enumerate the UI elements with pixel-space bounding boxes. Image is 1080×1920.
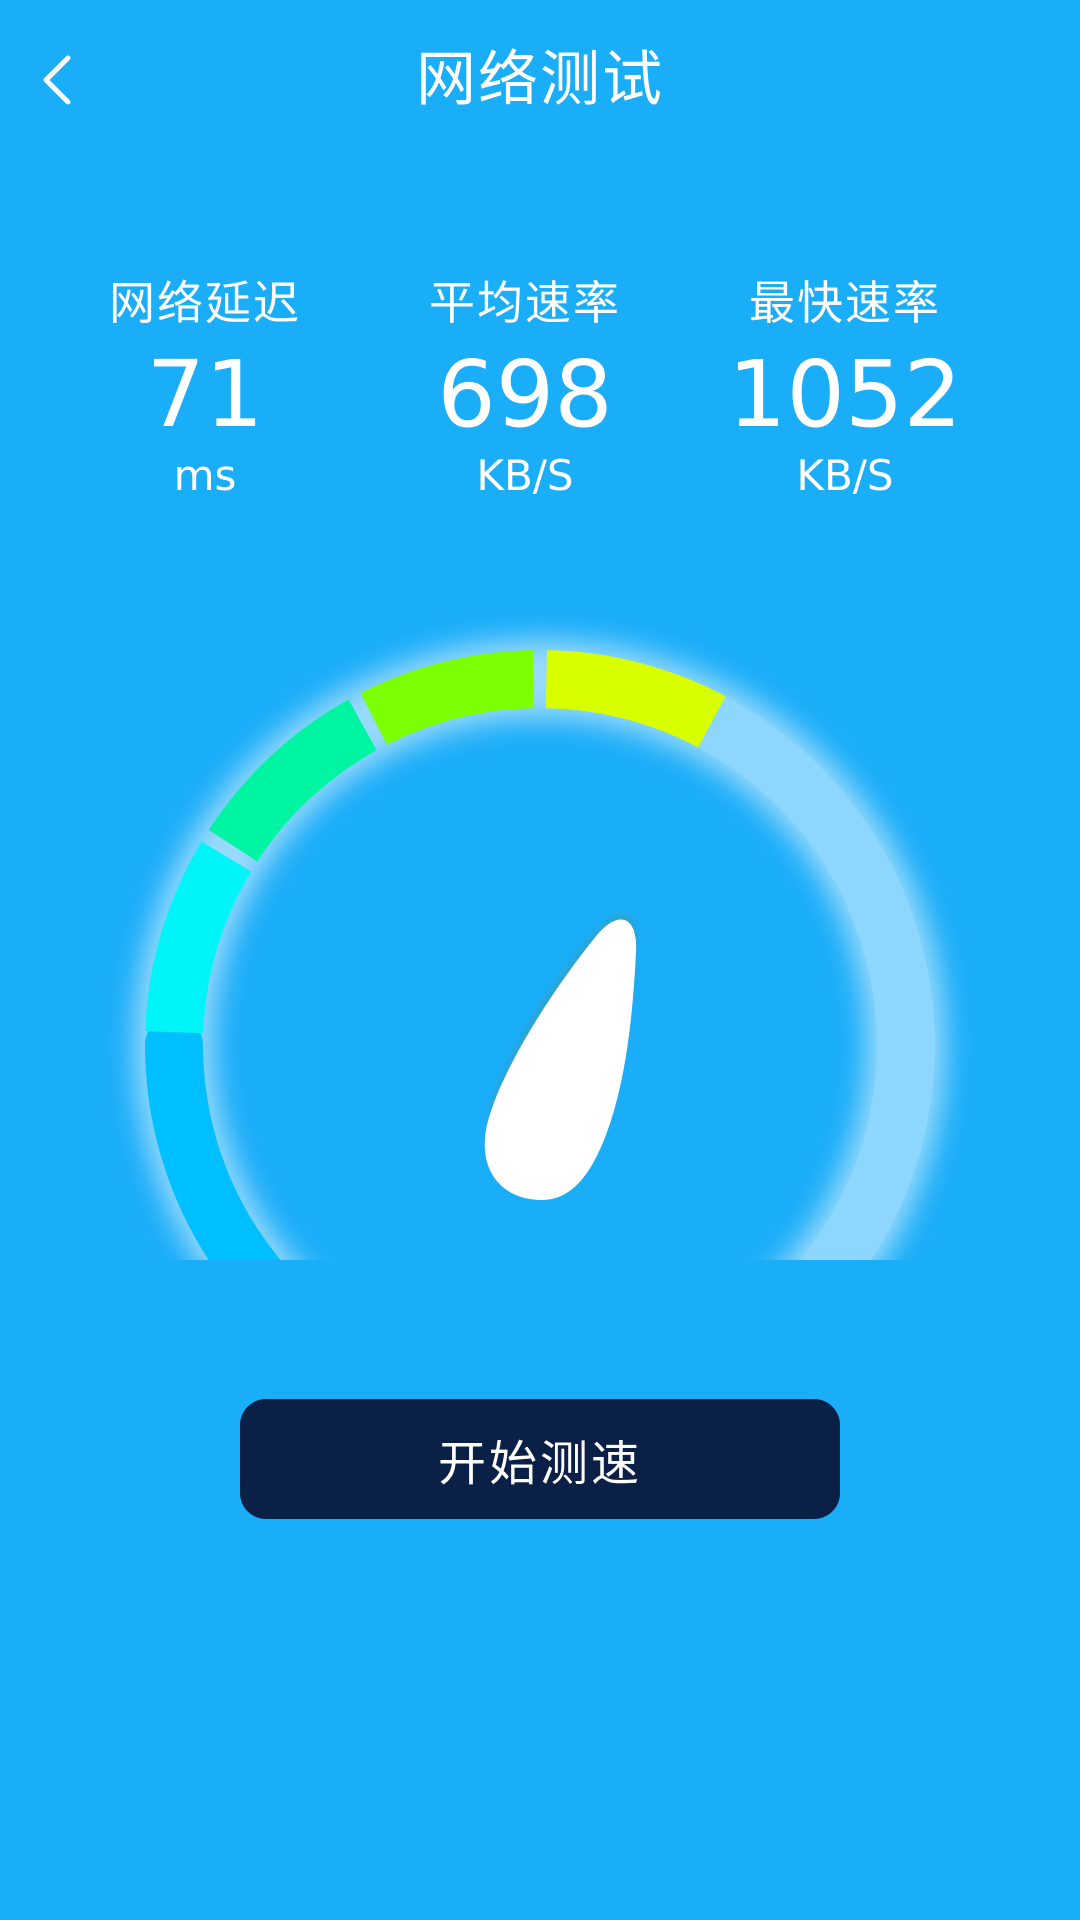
gauge-segment [208,699,378,862]
gauge-needle [484,914,637,1200]
latency-stat: 网络延迟 71 ms [45,268,365,506]
average-speed-label: 平均速率 [429,276,621,330]
header-bar: 网络测试 [0,0,1080,160]
start-test-button[interactable]: 开始测速 [240,1399,840,1519]
stats-panel: 网络延迟 71 ms 平均速率 698 KB/S 最快速率 1052 KB/S [0,268,1080,528]
latency-value: 71 [146,341,264,448]
max-speed-stat: 最快速率 1052 KB/S [685,268,1005,506]
average-speed-unit: KB/S [476,451,574,500]
max-speed-unit: KB/S [796,451,894,500]
latency-label: 网络延迟 [109,276,301,330]
average-speed-stat: 平均速率 698 KB/S [365,268,685,506]
needle-icon [484,919,637,1200]
average-speed-value: 698 [437,341,613,448]
max-speed-label: 最快速率 [749,276,941,330]
page-title: 网络测试 [416,45,664,115]
latency-unit: ms [173,451,237,500]
speed-gauge [134,639,946,1260]
max-speed-value: 1052 [727,341,963,448]
